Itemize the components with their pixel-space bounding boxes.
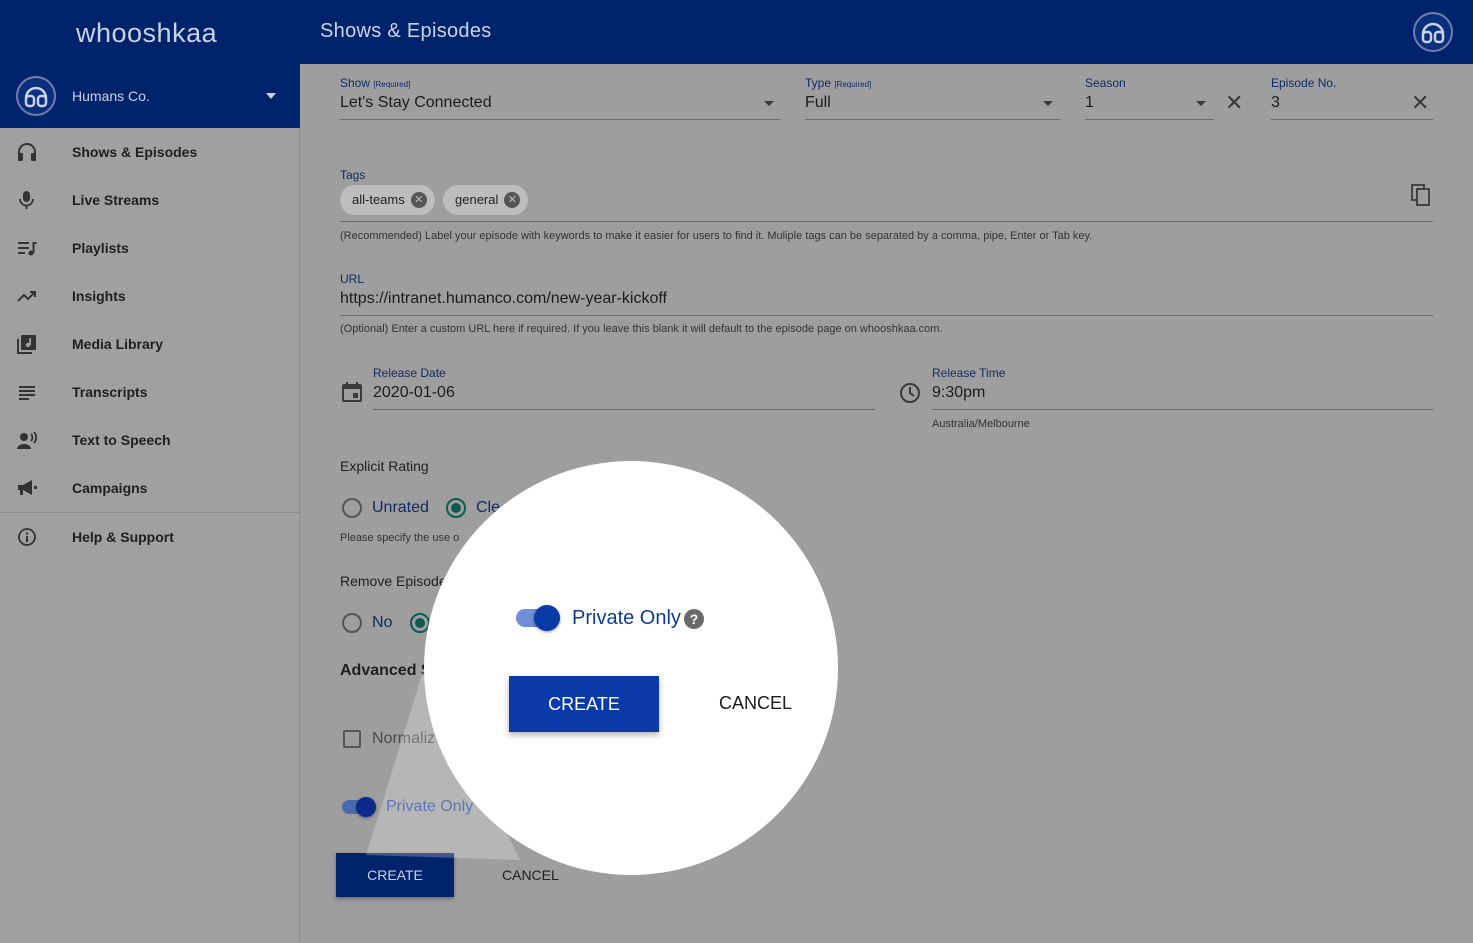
magnified-private-only-label: Private Only bbox=[572, 607, 681, 629]
sidebar-item-transcripts[interactable]: Transcripts bbox=[0, 372, 300, 412]
headphones-icon bbox=[18, 143, 36, 161]
clock-icon[interactable] bbox=[899, 382, 921, 404]
type-select[interactable]: Full bbox=[805, 94, 1060, 120]
sidebar-item-live-streams[interactable]: Live Streams bbox=[0, 180, 300, 220]
chevron-down-icon bbox=[1043, 101, 1053, 106]
season-select-value: 1 bbox=[1085, 94, 1094, 111]
magnified-private-only-toggle-knob bbox=[534, 605, 560, 631]
playlist-icon bbox=[18, 242, 37, 256]
radio-unrated-label: Unrated bbox=[372, 499, 429, 516]
sidebar-item-text-to-speech[interactable]: Text to Speech bbox=[0, 420, 300, 460]
url-input[interactable]: https://intranet.humanco.com/new-year-ki… bbox=[340, 290, 1433, 316]
sidebar-item-label: Live Streams bbox=[72, 192, 160, 208]
tag-chip-label: general bbox=[455, 192, 499, 207]
release-time-input[interactable]: 9:30pm bbox=[932, 384, 1433, 410]
sidebar-item-label: Media Library bbox=[72, 336, 164, 352]
sidebar-item-label: Text to Speech bbox=[72, 432, 171, 448]
org-name: Humans Co. bbox=[72, 88, 150, 104]
episode-no-input[interactable]: 3 bbox=[1271, 94, 1433, 120]
tags-helper-text: (Recommended) Label your episode with ke… bbox=[340, 230, 1093, 242]
sidebar-item-label: Shows & Episodes bbox=[72, 144, 198, 160]
notes-icon bbox=[19, 386, 35, 400]
chevron-down-icon bbox=[764, 101, 774, 106]
calendar-icon[interactable] bbox=[341, 381, 363, 403]
headphones-logo-icon bbox=[24, 86, 48, 108]
clear-episode-no-icon[interactable]: ✕ bbox=[1411, 92, 1429, 114]
sidebar-divider bbox=[0, 512, 300, 513]
radio-unrated[interactable] bbox=[342, 498, 362, 518]
type-field-label: Type [Required] bbox=[805, 76, 872, 90]
sidebar-item-playlists[interactable]: Playlists bbox=[0, 228, 300, 268]
season-field-label: Season bbox=[1085, 76, 1126, 90]
private-only-label: Private Only bbox=[386, 798, 474, 815]
cancel-button[interactable]: CANCEL bbox=[502, 867, 559, 883]
sidebar-item-media-library[interactable]: Media Library bbox=[0, 324, 300, 364]
magnified-create-button[interactable]: CREATE bbox=[509, 676, 659, 732]
user-avatar[interactable] bbox=[1413, 12, 1453, 52]
microphone-icon bbox=[19, 191, 34, 209]
chevron-down-icon bbox=[1196, 101, 1206, 106]
org-avatar bbox=[16, 76, 56, 116]
copy-icon[interactable] bbox=[1409, 183, 1433, 207]
megaphone-icon bbox=[18, 480, 37, 495]
clear-season-icon[interactable]: ✕ bbox=[1225, 92, 1243, 114]
show-select-value: Let's Stay Connected bbox=[340, 94, 492, 111]
sidebar-item-label: Campaigns bbox=[72, 480, 148, 496]
tags-field-label: Tags bbox=[340, 168, 366, 182]
sidebar-item-label: Help & Support bbox=[72, 529, 174, 545]
page-title: Shows & Episodes bbox=[320, 20, 492, 42]
radio-remove-no-label: No bbox=[372, 614, 393, 631]
episode-no-value: 3 bbox=[1271, 94, 1280, 111]
magnified-cancel-button[interactable]: CANCEL bbox=[719, 693, 792, 714]
explicit-helper-text: Please specify the use o bbox=[340, 532, 460, 544]
advanced-settings-heading: Advanced S bbox=[340, 662, 432, 679]
remove-tag-icon[interactable]: ✕ bbox=[504, 192, 521, 208]
library-music-icon bbox=[17, 335, 36, 354]
sidebar: Humans Co. Shows & Episodes Live Streams… bbox=[0, 64, 300, 943]
private-only-toggle-knob bbox=[356, 797, 376, 817]
sidebar-item-label: Transcripts bbox=[72, 384, 148, 400]
org-switcher[interactable]: Humans Co. bbox=[0, 64, 300, 128]
sidebar-item-label: Playlists bbox=[72, 240, 129, 256]
radio-clean[interactable] bbox=[446, 498, 466, 518]
app-logo[interactable]: whooshkaa bbox=[76, 18, 217, 49]
create-button[interactable]: CREATE bbox=[336, 853, 454, 897]
sidebar-item-campaigns[interactable]: Campaigns bbox=[0, 468, 300, 508]
sidebar-item-insights[interactable]: Insights bbox=[0, 276, 300, 316]
magnifier-lens: Private Only ? CREATE CANCEL bbox=[424, 461, 838, 875]
chevron-down-icon bbox=[266, 93, 276, 99]
show-select[interactable]: Let's Stay Connected bbox=[340, 94, 780, 120]
release-time-value: 9:30pm bbox=[932, 384, 986, 401]
season-select[interactable]: 1 bbox=[1085, 94, 1214, 120]
tag-chip[interactable]: general ✕ bbox=[443, 185, 529, 215]
sidebar-item-label: Insights bbox=[72, 288, 126, 304]
tag-chip-label: all-teams bbox=[352, 192, 405, 207]
normalize-label: Normaliz bbox=[372, 730, 436, 747]
url-field-label: URL bbox=[340, 272, 365, 286]
show-field-label: Show [Required] bbox=[340, 76, 411, 90]
top-app-bar: whooshkaa Shows & Episodes bbox=[0, 0, 1473, 64]
remove-tag-icon[interactable]: ✕ bbox=[410, 192, 427, 208]
release-time-label: Release Time bbox=[932, 366, 1006, 380]
release-date-input[interactable]: 2020-01-06 bbox=[373, 384, 875, 410]
release-date-label: Release Date bbox=[373, 366, 446, 380]
url-helper-text: (Optional) Enter a custom URL here if re… bbox=[340, 323, 943, 335]
remove-episode-label: Remove Episode bbox=[340, 573, 447, 589]
info-icon bbox=[18, 528, 36, 546]
help-icon[interactable]: ? bbox=[684, 609, 704, 629]
normalize-checkbox[interactable] bbox=[343, 730, 361, 748]
trending-up-icon bbox=[17, 291, 36, 302]
sidebar-item-help-support[interactable]: Help & Support bbox=[0, 517, 300, 557]
speaker-person-icon bbox=[17, 431, 38, 449]
release-date-value: 2020-01-06 bbox=[373, 384, 455, 401]
timezone-text: Australia/Melbourne bbox=[932, 418, 1030, 430]
radio-remove-no[interactable] bbox=[342, 613, 362, 633]
sidebar-item-shows-episodes[interactable]: Shows & Episodes bbox=[0, 132, 300, 172]
type-select-value: Full bbox=[805, 94, 831, 111]
episode-no-field-label: Episode No. bbox=[1271, 76, 1337, 90]
headphones-logo-icon bbox=[1421, 22, 1445, 44]
explicit-rating-label: Explicit Rating bbox=[340, 458, 429, 474]
url-value: https://intranet.humanco.com/new-year-ki… bbox=[340, 290, 667, 307]
tag-chip[interactable]: all-teams ✕ bbox=[340, 185, 435, 215]
